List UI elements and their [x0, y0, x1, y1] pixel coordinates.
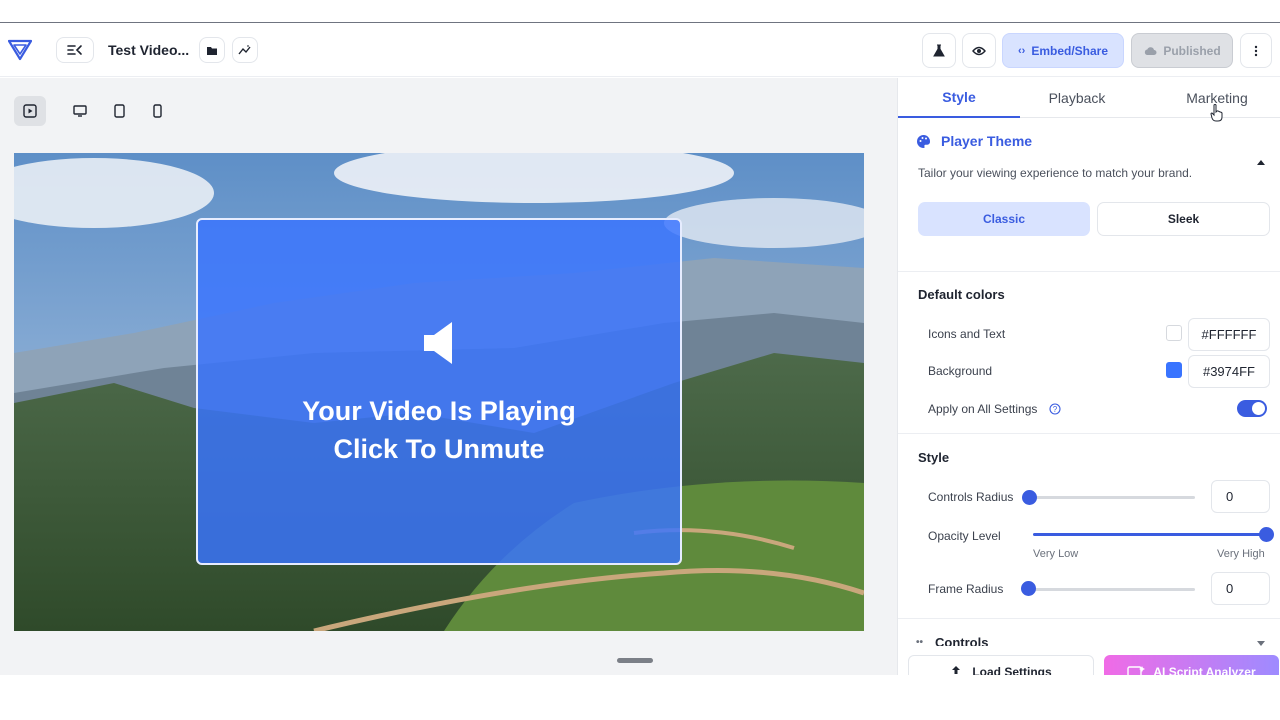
- desktop-icon: [73, 105, 87, 117]
- load-settings-button[interactable]: Load Settings: [908, 655, 1094, 675]
- palette-icon: [917, 134, 931, 148]
- theme-sleek-button[interactable]: Sleek: [1097, 202, 1270, 236]
- embed-share-button[interactable]: ‹› Embed/Share: [1002, 33, 1124, 68]
- sparkle-chart-icon: [238, 45, 251, 55]
- collapse-icon: [67, 45, 82, 55]
- tablet-view-button[interactable]: [103, 96, 135, 126]
- hand-cursor-icon: [1210, 104, 1223, 122]
- icons-text-hex-input[interactable]: #FFFFFF: [1188, 318, 1270, 351]
- logo-icon: [8, 39, 32, 61]
- tab-playback[interactable]: Playback: [1016, 78, 1138, 118]
- video-player[interactable]: Your Video Is Playing Click To Unmute: [14, 153, 864, 631]
- published-button[interactable]: Published: [1131, 33, 1233, 68]
- video-title[interactable]: Test Video...: [108, 42, 189, 58]
- player-view-button[interactable]: [14, 96, 46, 126]
- published-label: Published: [1163, 43, 1221, 58]
- cloud-icon: [1145, 46, 1157, 55]
- mobile-view-button[interactable]: [141, 96, 173, 126]
- tab-style[interactable]: Style: [898, 78, 1020, 118]
- resize-handle[interactable]: [617, 658, 653, 663]
- apply-all-label: Apply on All Settings: [928, 402, 1038, 416]
- preview-canvas: Your Video Is Playing Click To Unmute: [0, 78, 897, 675]
- divider: [898, 433, 1280, 434]
- load-settings-label: Load Settings: [972, 664, 1052, 676]
- frame-radius-slider-handle[interactable]: [1021, 581, 1036, 596]
- icons-text-label: Icons and Text: [928, 327, 1006, 341]
- ai-sparkle-icon: [1127, 665, 1146, 675]
- panel-footer: Load Settings AI Script Analyzer: [898, 646, 1280, 675]
- flask-icon: [933, 44, 945, 57]
- top-bar: Test Video... ‹› Embed/Share Published: [0, 23, 1280, 77]
- opacity-high-label: Very High: [1217, 548, 1265, 560]
- ai-script-analyzer-button[interactable]: AI Script Analyzer: [1104, 655, 1279, 675]
- overlay-line-2: Click To Unmute: [333, 434, 545, 464]
- controls-radius-track[interactable]: [1030, 496, 1195, 499]
- divider: [898, 271, 1280, 272]
- settings-panel: Style Playback Marketing Player Theme Ta…: [897, 78, 1280, 675]
- controls-radius-input[interactable]: 0: [1211, 480, 1270, 513]
- background-label: Background: [928, 364, 993, 378]
- desktop-view-button[interactable]: [64, 96, 96, 126]
- upload-icon: [952, 666, 961, 674]
- app-window: Test Video... ‹› Embed/Share Published Y…: [0, 22, 1280, 675]
- frame-radius-label: Frame Radius: [928, 582, 1004, 596]
- help-icon[interactable]: ?: [1049, 403, 1061, 415]
- player-theme-title: Player Theme: [941, 133, 1033, 149]
- experiment-button[interactable]: [922, 33, 956, 68]
- tablet-icon: [113, 104, 125, 118]
- chevron-up-icon[interactable]: [1257, 160, 1265, 165]
- folder-button[interactable]: [199, 37, 225, 63]
- opacity-slider-handle[interactable]: [1259, 527, 1274, 542]
- opacity-label: Opacity Level: [928, 529, 1001, 543]
- code-icon: ‹›: [1017, 44, 1026, 57]
- folder-icon: [207, 46, 217, 55]
- background-hex-input[interactable]: #3974FF: [1188, 355, 1270, 388]
- kebab-menu-icon: [1254, 45, 1258, 56]
- preview-button[interactable]: [962, 33, 996, 68]
- mobile-icon: [152, 104, 162, 118]
- controls-radius-label: Controls Radius: [928, 490, 1014, 504]
- svg-text:?: ?: [1053, 405, 1058, 414]
- player-theme-description: Tailor your viewing experience to match …: [918, 166, 1193, 180]
- frame-radius-track[interactable]: [1030, 588, 1195, 591]
- background-swatch[interactable]: [1166, 362, 1182, 378]
- collapse-sidebar-button[interactable]: [56, 37, 94, 63]
- frame-radius-input[interactable]: 0: [1211, 572, 1270, 605]
- opacity-track[interactable]: [1033, 533, 1267, 536]
- speaker-icon: [424, 322, 452, 364]
- apply-all-toggle[interactable]: [1237, 400, 1267, 417]
- eye-icon: [972, 46, 986, 55]
- default-colors-title: Default colors: [918, 287, 1005, 302]
- controls-radius-slider-handle[interactable]: [1022, 490, 1037, 505]
- divider: [898, 618, 1280, 619]
- analytics-button[interactable]: [232, 37, 258, 63]
- theme-classic-button[interactable]: Classic: [918, 202, 1090, 236]
- play-box-icon: [23, 104, 37, 118]
- embed-share-label: Embed/Share: [1031, 43, 1109, 58]
- player-theme-header[interactable]: Player Theme: [916, 133, 1032, 149]
- overlay-line-1: Your Video Is Playing: [302, 396, 576, 426]
- ai-script-analyzer-label: AI Script Analyzer: [1153, 664, 1256, 676]
- style-title: Style: [918, 450, 950, 465]
- unmute-overlay[interactable]: Your Video Is Playing Click To Unmute: [196, 218, 682, 565]
- icons-text-swatch[interactable]: [1166, 325, 1182, 341]
- more-options-button[interactable]: [1240, 33, 1272, 68]
- opacity-low-label: Very Low: [1033, 548, 1079, 560]
